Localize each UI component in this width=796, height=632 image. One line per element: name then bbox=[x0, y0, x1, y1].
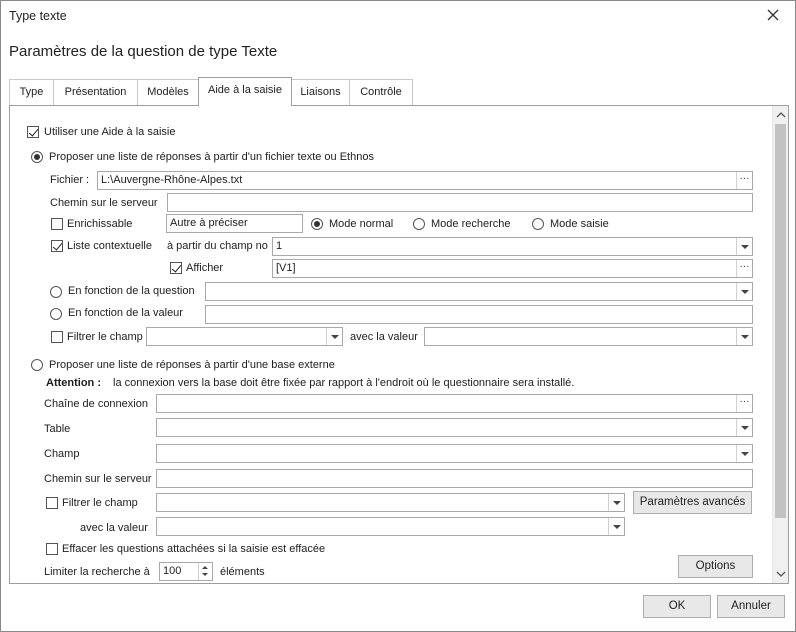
file-option-radio[interactable] bbox=[31, 151, 43, 163]
options-button[interactable]: Options bbox=[678, 555, 753, 578]
db-avec-valeur-label: avec la valeur bbox=[80, 522, 148, 534]
afficher-browse-button[interactable]: ··· bbox=[736, 260, 752, 277]
chevron-down-icon[interactable] bbox=[608, 494, 624, 511]
vertical-scrollbar[interactable] bbox=[772, 106, 788, 583]
use-aid-checkbox[interactable] bbox=[27, 126, 39, 138]
fn-valeur-label: En fonction de la valeur bbox=[68, 307, 183, 319]
mode-saisie-label: Mode saisie bbox=[550, 218, 609, 230]
table-label: Table bbox=[44, 423, 71, 435]
server-path-input[interactable] bbox=[167, 193, 753, 212]
fichier-browse-button[interactable]: ··· bbox=[736, 172, 752, 189]
connexion-browse-button[interactable]: ··· bbox=[736, 395, 752, 412]
cancel-button[interactable]: Annuler bbox=[717, 595, 785, 618]
avec-valeur-label: avec la valeur bbox=[350, 331, 418, 343]
chevron-down-icon[interactable] bbox=[736, 283, 752, 300]
afficher-checkbox[interactable] bbox=[170, 262, 182, 274]
scrollbar-thumb[interactable] bbox=[775, 124, 786, 518]
fn-question-label: En fonction de la question bbox=[68, 285, 195, 297]
server-path-label: Chemin sur le serveur bbox=[50, 197, 158, 209]
db-server-path-input[interactable] bbox=[156, 469, 753, 488]
mode-normal-label: Mode normal bbox=[329, 218, 394, 230]
chevron-down-icon[interactable] bbox=[736, 328, 752, 345]
fn-question-radio[interactable] bbox=[50, 286, 62, 298]
chevron-down-icon[interactable] bbox=[736, 419, 752, 436]
effacer-checkbox[interactable] bbox=[46, 543, 58, 555]
liste-contextuelle-checkbox[interactable] bbox=[51, 240, 63, 252]
page-title: Paramètres de la question de type Texte bbox=[9, 43, 278, 60]
fn-valeur-radio[interactable] bbox=[50, 308, 62, 320]
tab-panel-aide-saisie: Utiliser une Aide à la saisie Proposer u… bbox=[9, 105, 789, 584]
connexion-input[interactable]: ··· bbox=[156, 394, 753, 413]
chevron-down-icon[interactable] bbox=[608, 518, 624, 535]
title-bar: Type texte bbox=[1, 1, 795, 32]
tab-modeles[interactable]: Modèles bbox=[137, 79, 199, 105]
filtrer-champ-select[interactable] bbox=[146, 327, 343, 346]
limit-spinner[interactable]: 100 bbox=[159, 562, 213, 581]
enrichissable-checkbox[interactable] bbox=[51, 218, 63, 230]
fichier-label: Fichier : bbox=[50, 174, 90, 186]
limit-unit: éléments bbox=[220, 566, 265, 578]
a-partir-label: à partir du champ no bbox=[167, 240, 268, 252]
db-option-label: Proposer une liste de réponses à partir … bbox=[49, 359, 335, 371]
file-option-label: Proposer une liste de réponses à partir … bbox=[49, 151, 374, 163]
filtrer-champ-checkbox[interactable] bbox=[51, 331, 63, 343]
liste-contextuelle-label: Liste contextuelle bbox=[67, 240, 152, 252]
champ-label: Champ bbox=[44, 448, 80, 460]
afficher-input[interactable]: [V1] ··· bbox=[272, 259, 753, 278]
window-title: Type texte bbox=[9, 9, 67, 23]
avec-valeur-select[interactable] bbox=[424, 327, 753, 346]
limit-label: Limiter la recherche à bbox=[44, 566, 150, 578]
tab-controle[interactable]: Contrôle bbox=[349, 79, 413, 105]
db-filtrer-label: Filtrer le champ bbox=[62, 497, 138, 509]
tab-aide-saisie[interactable]: Aide à la saisie bbox=[198, 77, 292, 106]
champ-no-select[interactable]: 1 bbox=[272, 237, 753, 256]
dialog-window: Type texte Paramètres de la question de … bbox=[0, 0, 796, 632]
ok-button[interactable]: OK bbox=[643, 595, 711, 618]
tab-presentation[interactable]: Présentation bbox=[53, 79, 138, 105]
db-option-radio[interactable] bbox=[31, 359, 43, 371]
mode-normal-radio[interactable] bbox=[311, 218, 323, 230]
mode-recherche-label: Mode recherche bbox=[431, 218, 511, 230]
filtrer-champ-label: Filtrer le champ bbox=[67, 331, 143, 343]
attention-text: la connexion vers la base doit être fixé… bbox=[113, 377, 575, 389]
autre-preciser-input[interactable]: Autre à préciser bbox=[166, 214, 303, 233]
fn-valeur-input[interactable] bbox=[205, 305, 753, 324]
db-server-path-label: Chemin sur le serveur bbox=[44, 473, 152, 485]
db-filtrer-checkbox[interactable] bbox=[46, 497, 58, 509]
table-select[interactable] bbox=[156, 418, 753, 437]
afficher-label: Afficher bbox=[186, 262, 224, 274]
scroll-up-icon[interactable] bbox=[776, 110, 786, 120]
db-filtrer-select[interactable] bbox=[156, 493, 625, 512]
fichier-input[interactable]: L:\Auvergne-Rhône-Alpes.txt ··· bbox=[97, 171, 753, 190]
use-aid-label: Utiliser une Aide à la saisie bbox=[44, 126, 176, 138]
mode-recherche-radio[interactable] bbox=[413, 218, 425, 230]
spinner-arrows-icon[interactable] bbox=[198, 563, 212, 580]
tab-liaisons[interactable]: Liaisons bbox=[291, 79, 350, 105]
scroll-down-icon[interactable] bbox=[776, 569, 786, 579]
effacer-label: Effacer les questions attachées si la sa… bbox=[62, 543, 326, 555]
fn-question-select[interactable] bbox=[205, 282, 753, 301]
chevron-down-icon[interactable] bbox=[736, 445, 752, 462]
close-icon[interactable] bbox=[765, 7, 781, 23]
tab-type[interactable]: Type bbox=[9, 79, 54, 105]
attention-label: Attention : bbox=[46, 377, 101, 389]
db-avec-valeur-select[interactable] bbox=[156, 517, 625, 536]
mode-saisie-radio[interactable] bbox=[532, 218, 544, 230]
enrichissable-label: Enrichissable bbox=[67, 218, 133, 230]
advanced-params-button[interactable]: Paramètres avancés bbox=[633, 491, 752, 514]
chevron-down-icon[interactable] bbox=[736, 238, 752, 255]
connexion-label: Chaîne de connexion bbox=[44, 398, 148, 410]
champ-select[interactable] bbox=[156, 444, 753, 463]
chevron-down-icon[interactable] bbox=[326, 328, 342, 345]
